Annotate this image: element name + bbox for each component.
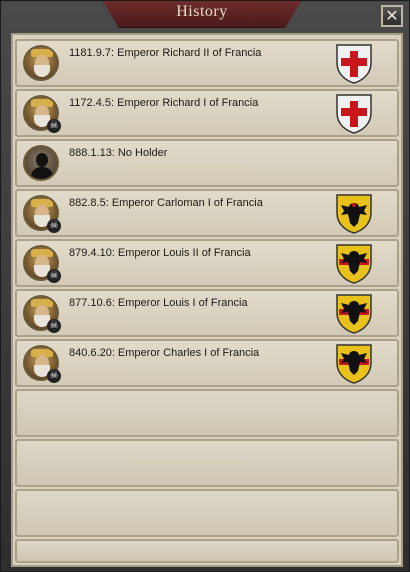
title-banner: History [103,1,301,28]
skull-icon: ☠ [47,319,61,333]
coat-of-arms-black-eagle-icon[interactable] [333,293,375,335]
empty-row [15,489,399,537]
history-entry-text: 1172.4.5: Emperor Richard I of Francia [69,97,259,109]
skull-icon: ☠ [47,269,61,283]
history-row[interactable]: ☠ 877.10.6: Emperor Louis I of Francia [15,289,399,337]
coat-of-arms-red-cross-icon[interactable] [333,93,375,135]
history-entry-text: 882.8.5: Emperor Carloman I of Francia [69,197,263,209]
history-list: 1181.9.7: Emperor Richard II of Francia … [11,33,403,567]
history-window: History ✕ 1181.9.7: Emperor Richard II o… [0,0,410,572]
coat-of-arms-black-eagle-icon[interactable] [333,343,375,385]
coat-of-arms-black-eagle-icon[interactable] [333,243,375,285]
no-holder-silhouette-icon [23,145,59,181]
history-row[interactable]: ☠ 882.8.5: Emperor Carloman I of Francia [15,189,399,237]
history-row[interactable]: ☠ 879.4.10: Emperor Louis II of Francia [15,239,399,287]
history-entry-text: 877.10.6: Emperor Louis I of Francia [69,297,248,309]
window-title: History [176,3,228,20]
close-button[interactable]: ✕ [381,5,403,27]
coat-of-arms-black-eagle-icon[interactable] [333,193,375,235]
history-entry-text: 888.1.13: No Holder [69,147,168,159]
coat-of-arms-red-cross-icon[interactable] [333,43,375,85]
skull-icon: ☠ [47,369,61,383]
history-row[interactable]: ☠ 840.6.20: Emperor Charles I of Francia [15,339,399,387]
history-entry-text: 879.4.10: Emperor Louis II of Francia [69,247,251,259]
empty-row [15,389,399,437]
character-portrait[interactable] [23,45,59,81]
empty-row [15,439,399,487]
skull-icon: ☠ [47,119,61,133]
history-row[interactable]: 1181.9.7: Emperor Richard II of Francia [15,39,399,87]
empty-row [15,539,399,563]
history-entry-text: 840.6.20: Emperor Charles I of Francia [69,347,260,359]
history-row[interactable]: 888.1.13: No Holder [15,139,399,187]
skull-icon: ☠ [47,219,61,233]
close-icon: ✕ [385,6,399,25]
history-row[interactable]: ☠ 1172.4.5: Emperor Richard I of Francia [15,89,399,137]
history-entry-text: 1181.9.7: Emperor Richard II of Francia [69,47,262,59]
